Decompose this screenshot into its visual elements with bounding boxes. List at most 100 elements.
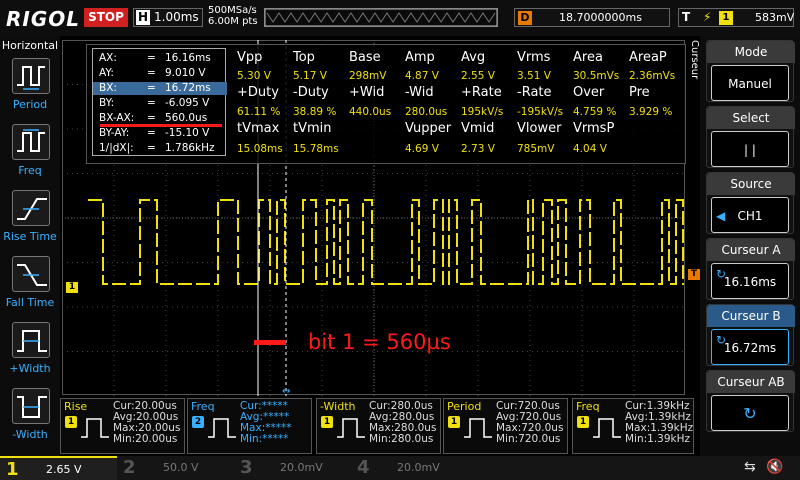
channel-4-tab[interactable]: 4 20.0mV (351, 456, 468, 480)
menu-item-label: -Width (12, 428, 48, 441)
trigger-level-marker[interactable]: T (688, 269, 700, 280)
measurement-title: +Wid (349, 85, 385, 100)
cursor-key: BY-AY: (99, 127, 130, 139)
measurement-title: -Rate (517, 85, 552, 100)
frequency-icon (17, 129, 45, 152)
channel-2-tab[interactable]: 2 50.0 V (117, 456, 234, 480)
ch1-offset-marker[interactable]: 1 (66, 282, 78, 293)
negative-width-icon (17, 396, 47, 418)
measure-box-rise[interactable]: Rise 1 Cur:20.00us Avg:20.00us Max:20.00us Mi… (60, 398, 185, 454)
cursor-ab-title: Curseur AB (707, 371, 795, 393)
select-button[interactable]: Select | | (706, 106, 795, 168)
measure-stats: Cur:720.0us Avg:720.0us Max:720.0us Min:720… (496, 400, 564, 445)
measurement-value: 2.55 V (461, 70, 495, 82)
measurement-value: 5.30 V (237, 70, 271, 82)
rising-edge-icon: ⚡ (703, 10, 712, 24)
cursor-value: 16.16ms (165, 52, 211, 64)
delay-display[interactable]: D 18.7000000ms (514, 8, 670, 27)
delay-value: 18.7000000ms (559, 11, 642, 24)
measurement-value: 2.36mVs (629, 70, 676, 82)
menu-item--width[interactable] (12, 388, 50, 424)
menu-item-label: Fall Time (5, 296, 55, 309)
menu-item--width[interactable] (12, 322, 50, 358)
measurement-title: tVmin (293, 121, 332, 136)
measurement-title: -Wid (405, 85, 434, 100)
menu-title: Horizontal (1, 39, 59, 52)
speaker-muted-icon: 🔇 (766, 459, 784, 475)
measure-stats: Cur:20.00us Avg:20.00us Max:20.00us Min:20.… (113, 400, 181, 445)
measurement-value: 785mV (517, 143, 555, 155)
cursor-a-button[interactable]: Curseur A ↻ 16.16ms (706, 238, 795, 300)
cursor-key: BX: (99, 82, 117, 94)
acquisition-info: 500MSa/s 6.00M pts (208, 5, 258, 27)
measure-stats: Cur:***** Avg:***** Max:***** Min:***** (240, 400, 292, 445)
measurement-value: 15.78ms (293, 143, 339, 155)
measure-type-icon (593, 418, 621, 438)
menu-item-rise-time[interactable] (12, 190, 50, 226)
measurement-title: Over (573, 85, 605, 100)
cursor-value: -6.095 V (165, 97, 210, 109)
measurement-value: 298mV (349, 70, 387, 82)
rise-time-icon (17, 198, 47, 220)
measurement-title: Base (349, 50, 381, 65)
timebase-display[interactable]: H 1.00ms (133, 8, 203, 27)
menu-item-label: Rise Time (3, 230, 57, 243)
cursor-readout-row: BY: = -6.095 V (93, 97, 227, 110)
usb-icon: ⇆ (744, 459, 756, 475)
measurement-value: -195kV/s (517, 106, 564, 118)
run-stop-indicator[interactable]: STOP (84, 8, 128, 27)
channel-badge: 1 (577, 416, 589, 428)
menu-item-freq[interactable] (12, 124, 50, 160)
measurement-value: 5.17 V (293, 70, 327, 82)
knob-rotate-icon: ↻ (716, 267, 727, 281)
measurement-title: Vupper (405, 121, 452, 136)
menu-item-fall-time[interactable] (12, 256, 50, 292)
measurement-title: AreaP (629, 50, 667, 65)
channel-number: 1 (6, 459, 19, 480)
mode-value: Manuel (711, 65, 789, 101)
cursor-eq: = (147, 112, 156, 124)
measure-box-period[interactable]: Period 1 Cur:720.0us Avg:720.0us Max:720.0us… (443, 398, 568, 454)
measurement-title: -Duty (293, 85, 329, 100)
measure-name: Rise (64, 400, 88, 413)
delay-label: D (518, 11, 532, 25)
measure-box-freq[interactable]: Freq 2 Cur:***** Avg:***** Max:***** Min:****… (187, 398, 312, 454)
measure-box-freq[interactable]: Freq 1 Cur:1.39kHz Avg:1.39kHz Max:1.39kHz Mi… (572, 398, 694, 454)
memory-depth: 6.00M pts (208, 16, 258, 27)
mode-button[interactable]: Mode Manuel (706, 40, 795, 102)
cursor-eq: = (147, 52, 156, 64)
measure-type-icon (337, 418, 365, 438)
measure-type-icon (464, 418, 492, 438)
source-button[interactable]: Source ◀ CH1 (706, 172, 795, 234)
memory-overview-strip[interactable] (264, 8, 498, 27)
measurement-value: 440.0us (349, 106, 392, 118)
channel-1-tab[interactable]: 1 2.65 V (0, 456, 117, 480)
measure-box-width[interactable]: -Width 1 Cur:280.0us Avg:280.0us Max:280.0us… (316, 398, 441, 454)
channel-number: 2 (123, 457, 136, 478)
measurement-title: VrmsP (573, 121, 615, 136)
cursor-b-button[interactable]: Curseur B ↻ 16.72ms (706, 304, 795, 366)
cursor-ab-button[interactable]: Curseur AB ↻ (706, 370, 795, 432)
menu-item-period[interactable] (12, 58, 50, 94)
knob-rotate-icon: ↻ (711, 395, 789, 431)
cursor-key: 1/|dX|: (99, 142, 134, 154)
horizontal-label: H (136, 10, 150, 25)
measurement-title: +Rate (461, 85, 502, 100)
menu-item-label: +Width (9, 362, 51, 375)
measurement-value: 195kV/s (461, 106, 504, 118)
trigger-display[interactable]: T ⚡ 1 583mV (678, 8, 794, 27)
measurement-title: Vpp (237, 50, 263, 65)
ch1-trace (88, 199, 684, 285)
source-title: Source (707, 173, 795, 195)
channel-3-tab[interactable]: 3 20.0mV (234, 456, 351, 480)
mode-title: Mode (707, 41, 795, 63)
measurement-title: tVmax (237, 121, 280, 136)
annotation-marker (254, 340, 286, 345)
cursor-readout-row: AY: = 9.010 V (93, 67, 227, 80)
measurement-title: Vmid (461, 121, 495, 136)
fall-time-icon (17, 264, 47, 286)
cursor-eq: = (147, 142, 156, 154)
measure-type-icon (81, 418, 109, 438)
cursor-readout-row: 1/|dX|: = 1.786kHz (93, 142, 227, 155)
measurement-value: 280.0us (405, 106, 448, 118)
